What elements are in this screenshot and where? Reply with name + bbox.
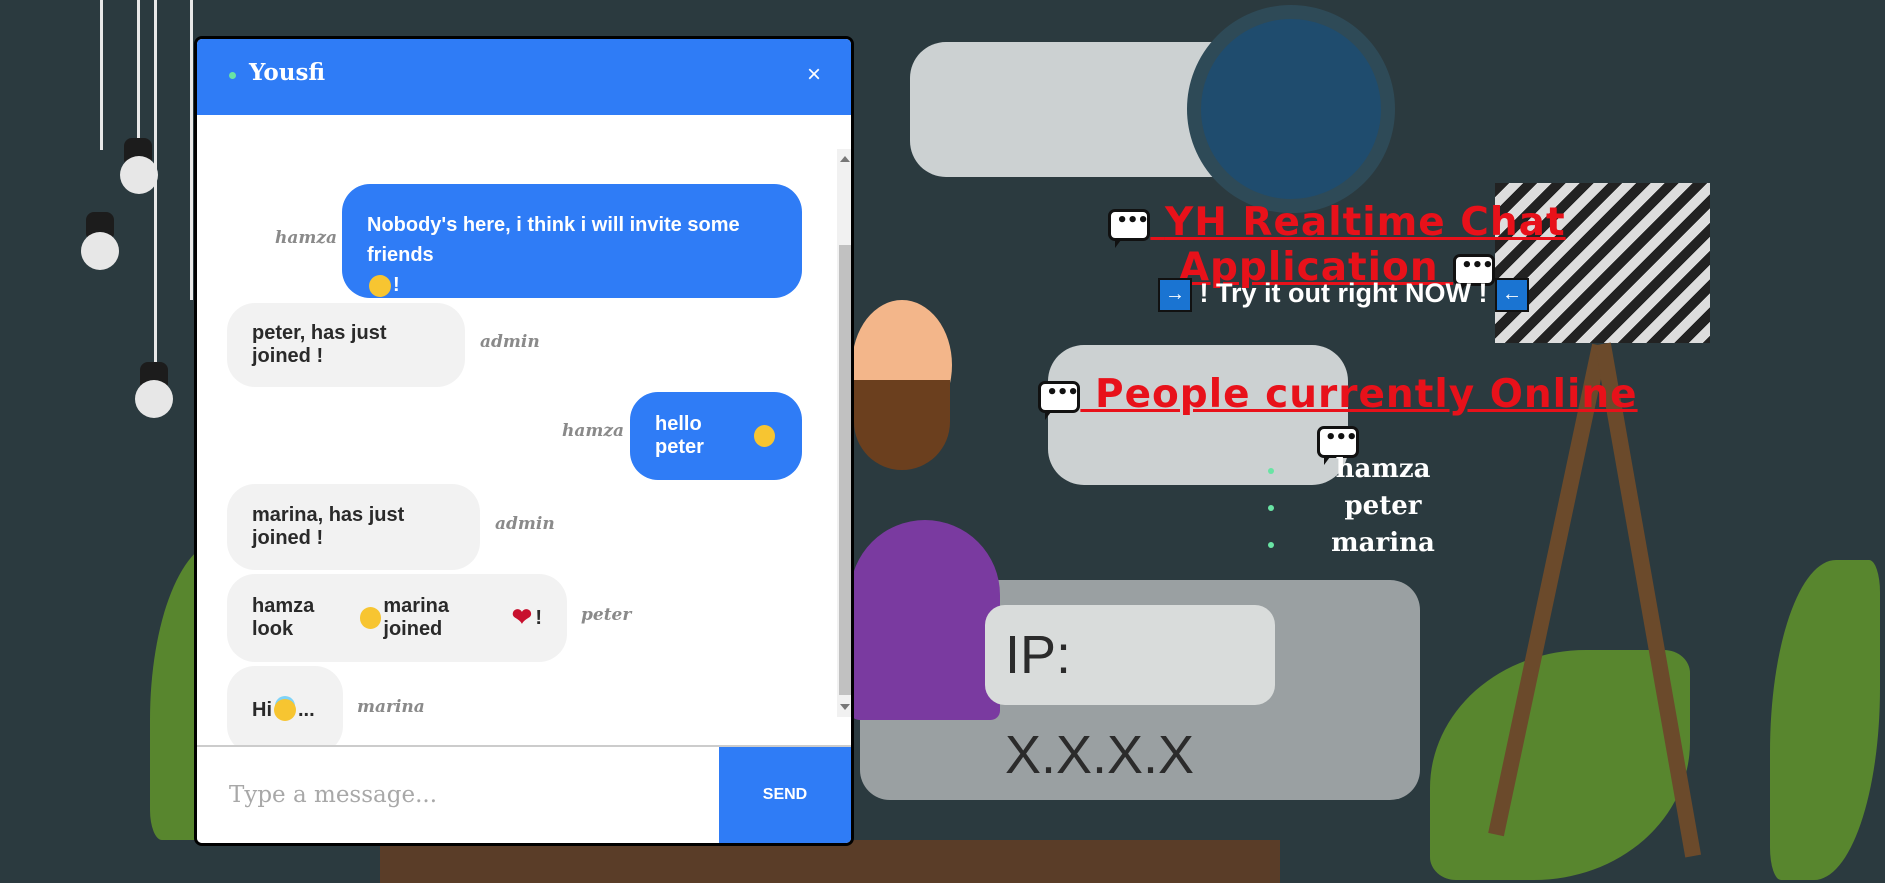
smile-emoji-icon	[359, 607, 382, 629]
app-title: YH Realtime Chat Application	[982, 200, 1692, 293]
lamp-bulb	[135, 380, 173, 418]
chat-username: Yousfi	[249, 59, 326, 86]
send-button[interactable]: SEND	[719, 747, 851, 843]
scroll-up-icon[interactable]	[840, 156, 850, 162]
message-suffix: !	[393, 274, 400, 296]
tagline-text: ! Try it out right NOW !	[1199, 278, 1488, 309]
message-sender: marina	[357, 697, 425, 717]
arrow-left-icon: ←	[1495, 278, 1529, 312]
online-user-name: hamza	[1335, 454, 1431, 484]
message-text: hello peter	[655, 413, 704, 458]
message-text: hamza look	[252, 595, 315, 640]
message-suffix: !	[535, 606, 542, 629]
online-users-title: People currently Online	[1038, 372, 1638, 465]
floor	[380, 840, 1280, 883]
ip-label: IP: X.X.X.X	[1005, 625, 1195, 785]
message-sender: peter	[581, 605, 632, 625]
message-scrollbar[interactable]	[837, 149, 851, 717]
online-user-name: peter	[1344, 491, 1422, 521]
speech-balloon-icon	[1317, 425, 1359, 465]
ip-card: IP: X.X.X.X	[985, 605, 1275, 785]
arrow-right-icon: →	[1158, 278, 1192, 312]
online-status-dot	[229, 72, 236, 79]
message-text: Nobody's here, i think i will invite som…	[367, 214, 740, 266]
online-user-name: marina	[1331, 528, 1435, 558]
app-title-text: YH Realtime Chat Application	[1164, 200, 1566, 290]
heart-icon	[512, 603, 533, 632]
message-bubble: hamza look marina joined !	[227, 574, 567, 662]
message-sender: admin	[480, 332, 540, 352]
message-composer: SEND	[197, 745, 851, 843]
innocent-emoji-icon	[274, 699, 296, 721]
lamp-wire	[137, 0, 140, 160]
scroll-down-icon[interactable]	[840, 704, 850, 710]
message-bubble-own: hello peter	[630, 392, 802, 480]
message-input[interactable]	[197, 747, 722, 843]
person-body	[850, 520, 1000, 720]
lamp-wire	[154, 0, 157, 390]
lamp-wire	[100, 0, 103, 150]
speech-balloon-icon	[1108, 208, 1151, 248]
chat-header: Yousfi ×	[197, 39, 851, 115]
lamp-wire	[190, 0, 193, 300]
tagline: → ! Try it out right NOW ! ←	[1158, 278, 1529, 312]
message-text: marina, has just joined !	[252, 504, 405, 549]
online-users-title-text: People currently Online	[1094, 372, 1638, 417]
scroll-thumb[interactable]	[839, 245, 851, 695]
lamp-bulb	[81, 232, 119, 270]
speech-balloon-icon	[1038, 380, 1081, 420]
message-list: hamza Nobody's here, i think i will invi…	[197, 115, 851, 751]
message-text: Hi	[252, 698, 272, 721]
smile-emoji-icon	[753, 425, 775, 447]
message-sender: admin	[495, 514, 555, 534]
plant	[1430, 650, 1690, 880]
online-status-dot	[1268, 542, 1274, 548]
online-status-dot	[1268, 468, 1274, 474]
message-bubble: marina, has just joined !	[227, 484, 480, 570]
avatar-illustration	[1187, 5, 1395, 213]
plant	[1770, 560, 1880, 880]
online-status-dot	[1268, 505, 1274, 511]
lamp-bulb	[120, 156, 158, 194]
message-sender: hamza	[275, 228, 338, 248]
chat-window: Yousfi × hamza Nobody's here, i think i …	[194, 36, 854, 846]
message-suffix: ...	[298, 698, 315, 721]
message-bubble: Hi ...	[227, 666, 343, 751]
close-button[interactable]: ×	[807, 61, 821, 89]
message-text: marina joined	[383, 595, 449, 640]
message-text: peter, has just joined !	[252, 322, 387, 367]
wink-emoji-icon	[369, 274, 391, 297]
message-bubble: peter, has just joined !	[227, 303, 465, 387]
message-sender: hamza	[562, 421, 625, 441]
person-beard	[854, 380, 950, 470]
message-bubble-own: Nobody's here, i think i will invite som…	[342, 184, 802, 298]
